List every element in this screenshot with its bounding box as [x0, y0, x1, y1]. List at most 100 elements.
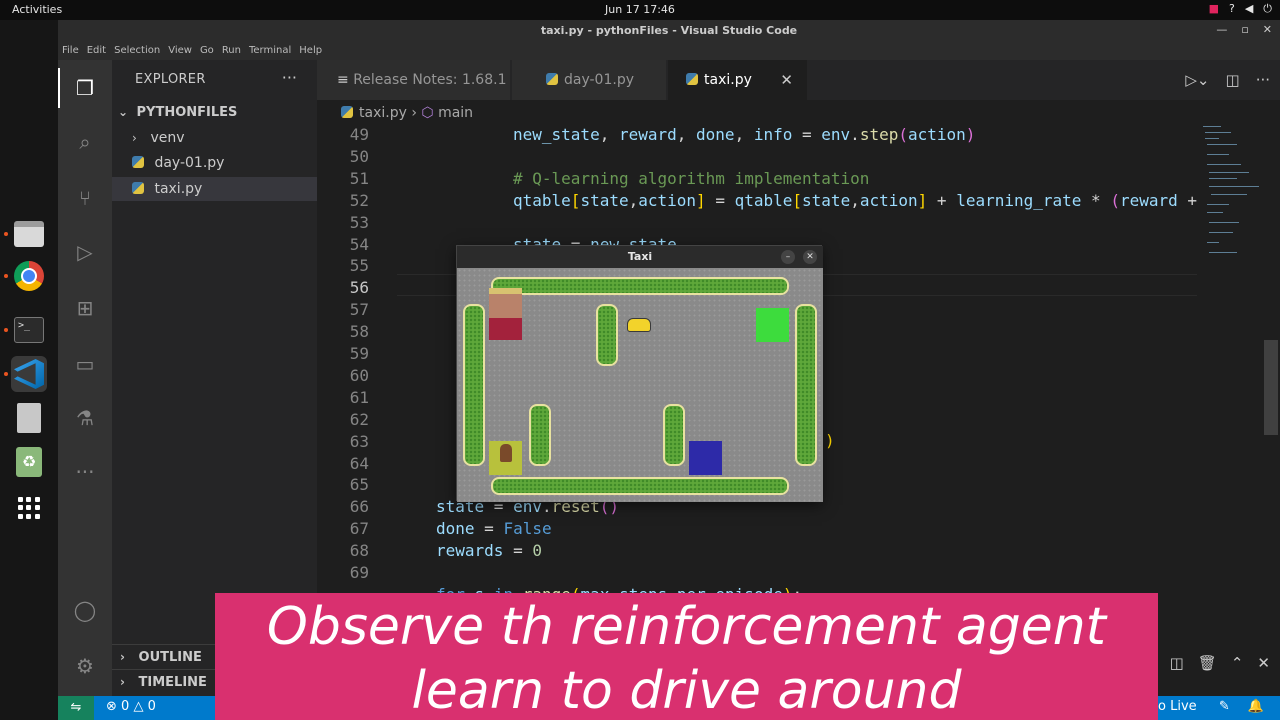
feedback-icon[interactable]: ✎: [1219, 699, 1230, 714]
line-number: 58: [349, 322, 369, 342]
go-live-button[interactable]: o Live: [1158, 699, 1197, 714]
dock-terminal[interactable]: >_: [11, 312, 47, 348]
timeline-label: TIMELINE: [138, 675, 207, 690]
more-icon[interactable]: ···: [71, 458, 99, 486]
dock-trash[interactable]: ♻: [11, 444, 47, 480]
vertical-scrollbar[interactable]: [1264, 340, 1278, 435]
menu-bar: File Edit Selection View Go Run Terminal…: [58, 42, 1280, 60]
taxi-window[interactable]: Taxi – ✕: [456, 245, 823, 502]
menu-go[interactable]: Go: [200, 45, 214, 60]
tab-taxi[interactable]: taxi.py ✕: [668, 60, 808, 100]
code-line-68: rewards = 0: [436, 541, 542, 560]
trash-icon: ♻: [16, 447, 42, 477]
outline-label: OUTLINE: [138, 650, 202, 665]
volume-icon[interactable]: ◀: [1245, 2, 1253, 16]
help-icon[interactable]: ?: [1229, 2, 1235, 16]
dock-show-apps[interactable]: [11, 490, 47, 526]
maximize-icon[interactable]: ▫: [1241, 23, 1248, 36]
hotel-destination-icon: [489, 288, 522, 318]
folder-pythonfiles[interactable]: ⌄ PYTHONFILES: [112, 100, 317, 124]
close-icon[interactable]: ✕: [1263, 23, 1272, 36]
tab-day01[interactable]: day-01.py: [512, 60, 667, 100]
line-number: 65: [349, 475, 369, 495]
line-number: 62: [349, 409, 369, 429]
python-file-icon: [132, 182, 144, 194]
close-panel-icon[interactable]: ✕: [1257, 654, 1270, 672]
extensions-icon[interactable]: ⊞: [71, 294, 99, 322]
vscode-icon: [14, 359, 44, 389]
tab-release-notes[interactable]: ≡ Release Notes: 1.68.1: [317, 60, 511, 100]
clock[interactable]: Jun 17 17:46: [0, 3, 1280, 16]
menu-run[interactable]: Run: [222, 45, 241, 60]
screen-record-icon[interactable]: ■: [1209, 2, 1219, 16]
remote-indicator-icon[interactable]: ⇋: [58, 696, 94, 720]
split-editor-icon[interactable]: ◫: [1226, 60, 1240, 100]
dock-chrome[interactable]: [11, 258, 47, 294]
split-terminal-icon[interactable]: ◫: [1170, 654, 1184, 672]
breadcrumb-symbol[interactable]: main: [438, 105, 473, 121]
notifications-icon[interactable]: 🔔: [1248, 699, 1264, 714]
line-number: 64: [349, 453, 369, 473]
trash-icon[interactable]: 🗑: [1198, 654, 1217, 672]
run-icon[interactable]: ▷⌄: [1185, 60, 1209, 100]
breadcrumb-separator: ›: [411, 105, 422, 121]
minimize-icon[interactable]: –: [781, 250, 795, 264]
search-icon[interactable]: ⌕: [71, 128, 99, 156]
menu-edit[interactable]: Edit: [87, 45, 106, 60]
title-bar: taxi.py - pythonFiles - Visual Studio Co…: [58, 20, 1280, 42]
hedge-right: [795, 304, 817, 466]
minimap[interactable]: [1197, 124, 1267, 454]
code-line-52: qtable[state,action] = qtable[state,acti…: [513, 191, 1197, 210]
caption-line-1: Observe th reinforcement agent: [266, 597, 1107, 657]
run-debug-icon[interactable]: ▷: [71, 238, 99, 266]
dock-vscode[interactable]: [11, 356, 47, 392]
chevron-right-icon: ›: [120, 675, 125, 689]
warning-count: 0: [147, 699, 156, 714]
tree-item-venv[interactable]: › venv: [112, 126, 317, 150]
menu-selection[interactable]: Selection: [114, 45, 160, 60]
hedge-wall: [596, 304, 618, 366]
dock: >_ ♻: [0, 20, 58, 720]
settings-gear-icon[interactable]: ⚙: [71, 652, 99, 680]
hedge-top: [491, 277, 789, 295]
line-number: 60: [349, 365, 369, 385]
tree-item-taxi[interactable]: taxi.py: [112, 177, 317, 201]
close-tab-icon[interactable]: ✕: [780, 60, 793, 100]
chrome-icon: [14, 261, 44, 291]
testing-icon[interactable]: ⚗: [71, 404, 99, 432]
more-actions-icon[interactable]: ···: [1256, 60, 1270, 100]
tree-item-label: taxi.py: [154, 181, 203, 197]
menu-terminal[interactable]: Terminal: [249, 45, 291, 60]
more-actions-icon[interactable]: ···: [282, 68, 297, 87]
python-file-icon: [546, 73, 558, 85]
source-control-icon[interactable]: ⑂: [71, 184, 99, 212]
power-icon[interactable]: ⏻: [1263, 2, 1272, 16]
files-icon: [14, 221, 44, 247]
line-number: 52: [349, 190, 369, 210]
hedge-wall: [529, 404, 551, 466]
running-indicator: [4, 274, 8, 278]
code-line-63-bracket: ): [825, 431, 835, 450]
dock-document[interactable]: [11, 400, 47, 436]
passenger-icon: [500, 444, 512, 462]
breadcrumb-file[interactable]: taxi.py: [359, 105, 407, 121]
active-indicator: [58, 68, 60, 108]
explorer-icon[interactable]: ❐: [71, 74, 99, 102]
menu-file[interactable]: File: [62, 45, 79, 60]
chevron-up-icon[interactable]: ⌃: [1231, 654, 1244, 672]
screen: Activities Jun 17 17:46 ■ ? ◀ ⏻ >_ ♻ tax…: [0, 0, 1280, 720]
system-tray[interactable]: ■ ? ◀ ⏻: [1209, 2, 1272, 16]
minimize-icon[interactable]: —: [1216, 23, 1227, 36]
line-number: 61: [349, 387, 369, 407]
remote-explorer-icon[interactable]: ▭: [71, 350, 99, 378]
accounts-icon[interactable]: ◯: [71, 596, 99, 624]
tree-item-day01[interactable]: day-01.py: [112, 151, 317, 175]
running-indicator: [4, 372, 8, 376]
dock-files[interactable]: [11, 216, 47, 252]
menu-view[interactable]: View: [168, 45, 192, 60]
problems-indicator[interactable]: ⊗ 0 △ 0: [106, 699, 156, 714]
caption-line-2: learn to drive around: [411, 661, 962, 720]
location-green: [756, 308, 789, 342]
menu-help[interactable]: Help: [299, 45, 322, 60]
close-icon[interactable]: ✕: [803, 250, 817, 264]
